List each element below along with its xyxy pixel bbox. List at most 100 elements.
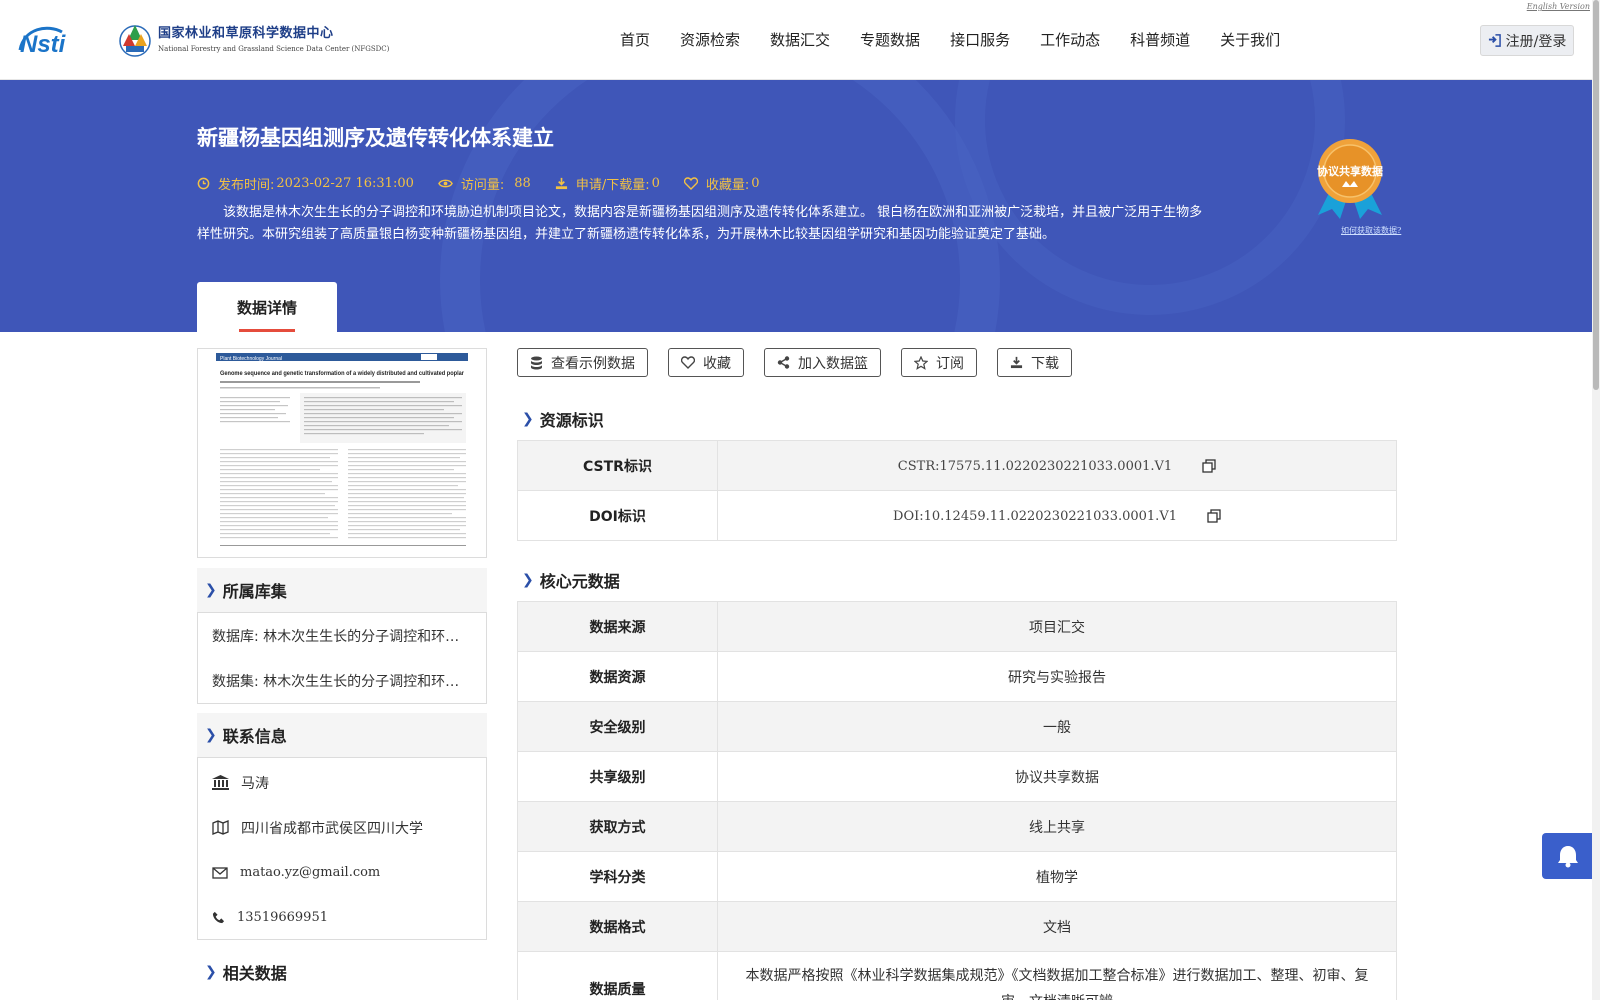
- meta-key: 数据格式: [517, 901, 718, 952]
- publish-label: 发布时间:: [218, 178, 275, 193]
- collection-database-text: 数据库: 林木次生生长的分子调控和环境胁迫机制: [212, 628, 467, 645]
- core-metadata-heading: ❯ 核心元数据: [522, 568, 620, 592]
- table-row: DOI标识 DOI:10.12459.11.0220230221033.0001…: [517, 490, 1397, 541]
- meta-value: 协议共享数据: [717, 751, 1397, 802]
- contact-heading-label: 联系信息: [222, 727, 287, 746]
- favorite-button[interactable]: 收藏: [668, 348, 744, 377]
- eye-icon: [438, 179, 453, 188]
- nav-thematic-data[interactable]: 专题数据: [860, 29, 920, 50]
- database-icon: [531, 356, 542, 369]
- center-name-en: National Forestry and Grassland Science …: [158, 45, 390, 53]
- table-row: 共享级别 协议共享数据: [517, 751, 1397, 802]
- table-row: 学科分类 植物学: [517, 851, 1397, 902]
- tab-data-details[interactable]: 数据详情: [197, 282, 337, 332]
- english-version-link[interactable]: English Version: [1527, 2, 1590, 11]
- meta-key: 数据来源: [517, 601, 718, 652]
- dataset-title: 新疆杨基因组测序及遗传转化体系建立: [197, 126, 554, 150]
- contact-address: 四川省成都市武侯区四川大学: [241, 820, 423, 837]
- contact-name: 马涛: [241, 775, 269, 792]
- center-logo[interactable]: 国家林业和草原科学数据中心 National Forestry and Gras…: [118, 22, 389, 58]
- login-button[interactable]: 注册/登录: [1480, 25, 1574, 56]
- collection-heading: ❯ 所属库集: [197, 568, 487, 612]
- chevron-right-icon: ❯: [522, 411, 534, 427]
- contact-heading: ❯ 联系信息: [197, 713, 487, 757]
- add-to-basket-button[interactable]: 加入数据篮: [764, 348, 881, 377]
- copy-icon[interactable]: [1207, 509, 1221, 523]
- contact-email-row: matao.yz@gmail.com: [198, 850, 486, 895]
- envelope-icon: [212, 866, 228, 879]
- related-data-heading: ❯ 相关数据: [197, 950, 487, 994]
- cstr-value: CSTR:17575.11.0220230221033.0001.V1: [897, 458, 1173, 474]
- svg-text:Nsti: Nsti: [20, 31, 67, 58]
- nav-about-us[interactable]: 关于我们: [1220, 29, 1280, 50]
- dataset-meta: 发布时间: 2023-02-27 16:31:00 访问量: 88 申请/下载量…: [197, 174, 784, 193]
- customer-service-button[interactable]: [1542, 833, 1594, 879]
- nsti-logo[interactable]: Nsti: [18, 22, 98, 58]
- action-bar: 查看示例数据 收藏 加入数据篮 订阅 下载: [517, 348, 1092, 377]
- collection-dataset-text: 数据集: 林木次生生长的分子调控和环境胁迫机制: [212, 673, 467, 690]
- contact-phone-row: 13519669951: [198, 895, 486, 940]
- resource-id-heading: ❯ 资源标识: [522, 407, 604, 431]
- table-row: CSTR标识 CSTR:17575.11.0220230221033.0001.…: [517, 440, 1397, 491]
- chevron-right-icon: ❯: [205, 582, 217, 598]
- subscribe-button[interactable]: 订阅: [901, 348, 977, 377]
- copy-icon[interactable]: [1202, 459, 1216, 473]
- nav-work-news[interactable]: 工作动态: [1040, 29, 1100, 50]
- views-value: 88: [514, 176, 531, 191]
- view-sample-data-label: 查看示例数据: [551, 355, 635, 372]
- dataset-description: 该数据是林木次生生长的分子调控和环境胁迫机制项目论文，数据内容是新疆杨基因组测序…: [197, 205, 1203, 242]
- contact-email[interactable]: matao.yz@gmail.com: [240, 865, 380, 880]
- add-to-basket-label: 加入数据篮: [798, 355, 868, 372]
- center-name-cn: 国家林业和草原科学数据中心: [158, 26, 334, 41]
- svg-text:Plant Biotechnology Journal: Plant Biotechnology Journal: [220, 356, 282, 362]
- favorites-label: 收藏量:: [705, 178, 750, 193]
- views-label: 访问量:: [460, 178, 505, 193]
- meta-key: 数据资源: [517, 651, 718, 702]
- tab-data-details-label: 数据详情: [236, 298, 297, 317]
- nav-science-channel[interactable]: 科普频道: [1130, 29, 1190, 50]
- page-scrollbar[interactable]: [1592, 0, 1600, 1000]
- login-label: 注册/登录: [1505, 33, 1567, 50]
- table-row: 安全级别 一般: [517, 701, 1397, 752]
- meta-value: 植物学: [717, 851, 1397, 902]
- meta-key: 共享级别: [517, 751, 718, 802]
- nav-resource-search[interactable]: 资源检索: [680, 29, 740, 50]
- scrollbar-thumb[interactable]: [1593, 0, 1599, 390]
- collection-database-item[interactable]: 数据库: 林木次生生长的分子调控和环境胁迫机制: [198, 613, 486, 658]
- star-outline-icon: [914, 355, 928, 370]
- shared-data-badge: 协议共享数据: [1308, 135, 1392, 219]
- center-emblem-icon: [119, 25, 151, 57]
- resource-id-heading-label: 资源标识: [539, 411, 604, 430]
- contact-name-row: 马涛: [198, 760, 486, 805]
- meta-value: 本数据严格按照《林业科学数据集成规范》《文档数据加工整合标准》进行数据加工、整理…: [717, 951, 1397, 1000]
- map-icon: [212, 820, 229, 835]
- view-sample-data-button[interactable]: 查看示例数据: [517, 348, 648, 377]
- download-label: 下载: [1031, 355, 1059, 372]
- subscribe-label: 订阅: [936, 355, 964, 372]
- chevron-right-icon: ❯: [205, 964, 217, 980]
- doi-value: DOI:10.12459.11.0220230221033.0001.V1: [893, 508, 1177, 524]
- collection-heading-label: 所属库集: [222, 582, 287, 601]
- collection-list: 数据库: 林木次生生长的分子调控和环境胁迫机制 数据集: 林木次生生长的分子调控…: [197, 612, 487, 704]
- nav-data-submission[interactable]: 数据汇交: [770, 29, 830, 50]
- share-icon: [777, 356, 790, 369]
- meta-key: 获取方式: [517, 801, 718, 852]
- nav-home[interactable]: 首页: [620, 29, 650, 50]
- core-metadata-table: 数据来源 项目汇交 数据资源 研究与实验报告 安全级别 一般 共享级别 协议共享数据 获…: [517, 601, 1397, 1000]
- sign-in-icon: [1488, 34, 1501, 47]
- how-to-get-data-link[interactable]: 如何获取该数据?: [1341, 225, 1401, 236]
- collection-dataset-item[interactable]: 数据集: 林木次生生长的分子调控和环境胁迫机制: [198, 658, 486, 703]
- download-tray-icon: [1010, 356, 1023, 369]
- tab-active-indicator: [239, 329, 295, 332]
- nav-api-services[interactable]: 接口服务: [950, 29, 1010, 50]
- heart-outline-icon: [681, 356, 695, 369]
- paper-thumbnail[interactable]: Plant Biotechnology Journal Genome seque…: [197, 348, 487, 558]
- phone-icon: [212, 911, 225, 924]
- meta-value: 线上共享: [717, 801, 1397, 852]
- doi-key: DOI标识: [517, 490, 718, 541]
- table-row: 数据格式 文档: [517, 901, 1397, 952]
- badge-label: 协议共享数据: [1317, 165, 1383, 178]
- downloads-label: 申请/下载量:: [575, 178, 650, 193]
- download-button[interactable]: 下载: [997, 348, 1072, 377]
- favorite-label: 收藏: [703, 355, 731, 372]
